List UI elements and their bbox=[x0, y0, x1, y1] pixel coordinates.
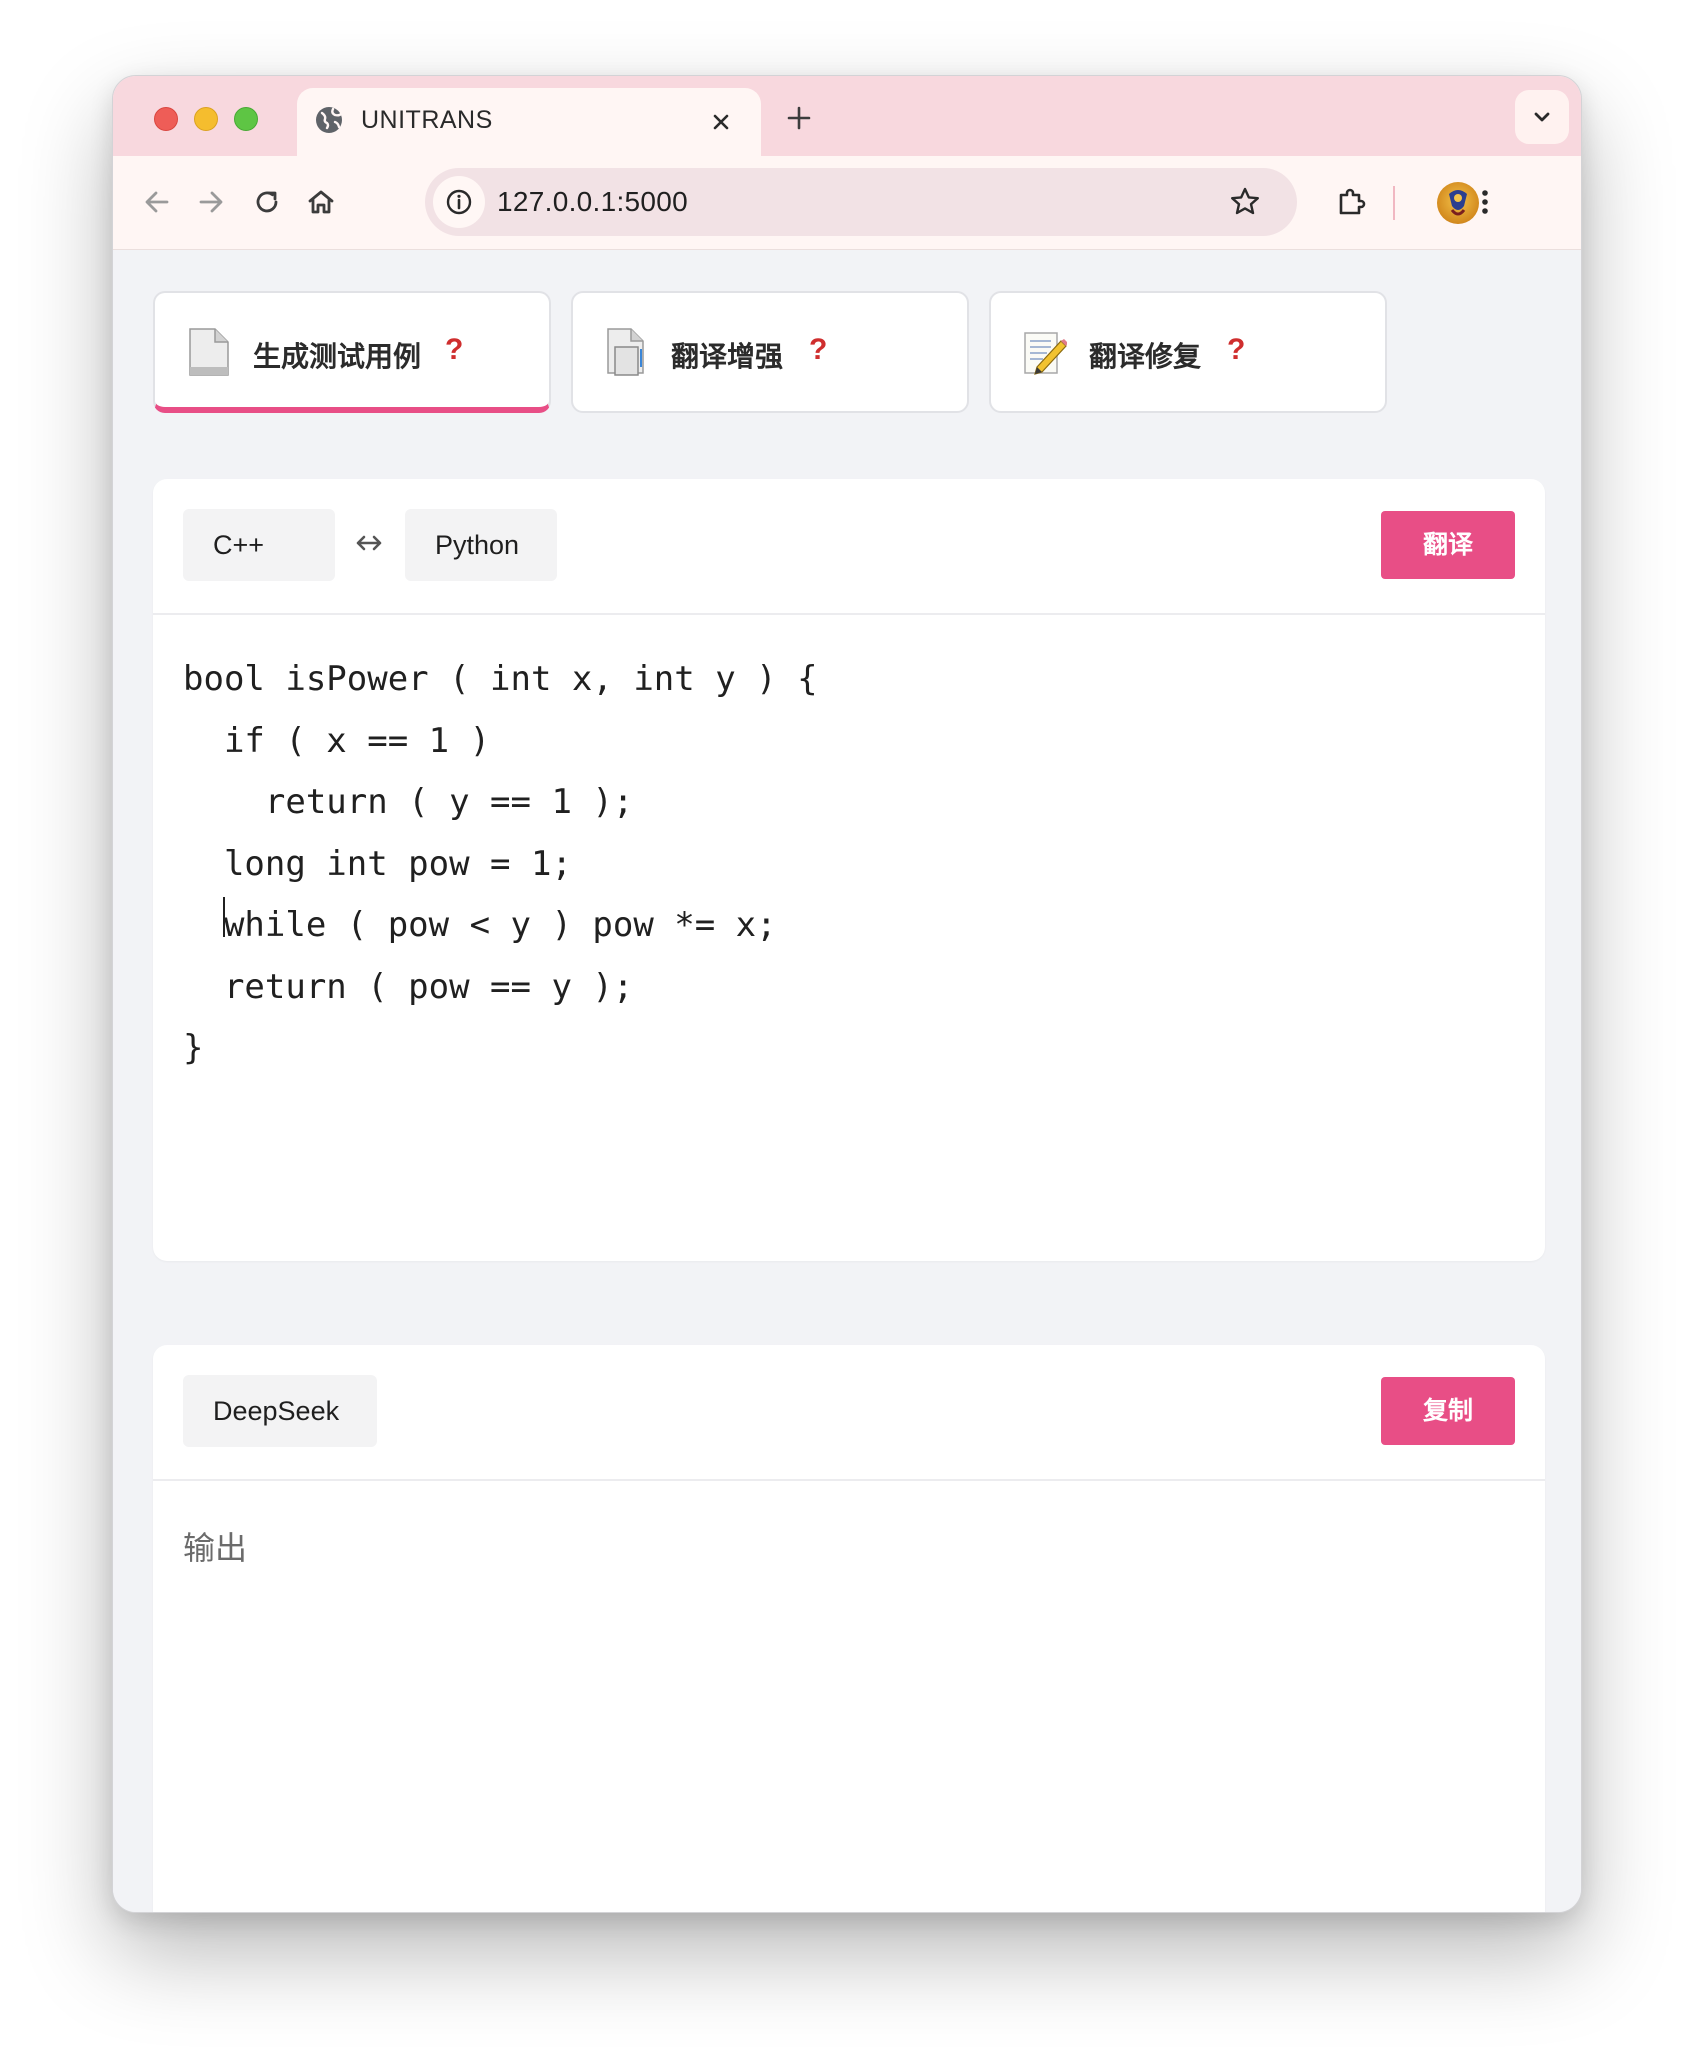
forward-icon[interactable] bbox=[193, 184, 229, 220]
code-line: while ( pow < y ) pow *= x; bbox=[183, 905, 777, 945]
browser-tab[interactable]: UNITRANS bbox=[297, 88, 761, 156]
text-caret bbox=[223, 897, 225, 937]
tab-search-button[interactable] bbox=[1515, 90, 1569, 144]
bookmark-star-icon[interactable] bbox=[1227, 184, 1263, 220]
output-panel: DeepSeek 复制 输出 bbox=[153, 1345, 1545, 1912]
chevron-down-icon bbox=[1534, 112, 1550, 122]
url-text: 127.0.0.1:5000 bbox=[497, 186, 689, 217]
code-line: return ( pow == y ); bbox=[183, 966, 634, 1007]
code-line: if ( x == 1 ) bbox=[183, 720, 491, 761]
minimize-window-button[interactable] bbox=[194, 107, 218, 131]
globe-icon bbox=[316, 107, 343, 133]
help-icon[interactable]: ? bbox=[809, 333, 827, 367]
toolbar-separator bbox=[1393, 186, 1395, 220]
help-icon[interactable]: ? bbox=[445, 333, 463, 367]
code-line: return ( y == 1 ); bbox=[183, 782, 634, 822]
feature-label: 翻译增强 bbox=[671, 340, 784, 373]
feature-card-translation-repair[interactable]: 翻译修复 ? bbox=[989, 291, 1387, 413]
code-line: long int pow = 1; bbox=[183, 843, 572, 884]
browser-window: UNITRANS 127.0.0.1:5000 生成测试用例 ? 翻译增强 ? … bbox=[112, 75, 1582, 1913]
target-language-select[interactable]: Python bbox=[405, 509, 557, 581]
reload-icon[interactable] bbox=[249, 184, 285, 220]
close-window-button[interactable] bbox=[154, 107, 178, 131]
tab-strip: UNITRANS bbox=[113, 76, 1581, 156]
feature-card-translation-enhance[interactable]: 翻译增强 ? bbox=[571, 291, 969, 413]
code-line: bool isPower ( int x, int y ) { bbox=[183, 659, 818, 699]
site-info-button[interactable] bbox=[433, 176, 485, 228]
memo-pencil-icon bbox=[1024, 332, 1067, 375]
code-line: } bbox=[183, 1028, 204, 1068]
document-icon bbox=[189, 328, 229, 376]
back-icon[interactable] bbox=[139, 184, 175, 220]
translate-button[interactable]: 翻译 bbox=[1381, 511, 1515, 579]
copy-button[interactable]: 复制 bbox=[1381, 1377, 1515, 1445]
feature-card-test-generation[interactable]: 生成测试用例 ? bbox=[153, 291, 551, 413]
swap-arrows-icon[interactable] bbox=[353, 527, 385, 559]
feature-label: 翻译修复 bbox=[1089, 340, 1202, 373]
tab-title: UNITRANS bbox=[361, 106, 493, 134]
translate-panel: C++ Python 翻译 bool isPower ( int x, int … bbox=[153, 479, 1545, 1261]
output-panel-header: DeepSeek 复制 bbox=[153, 1345, 1545, 1481]
source-language-select[interactable]: C++ bbox=[183, 509, 335, 581]
address-bar[interactable]: 127.0.0.1:5000 bbox=[425, 168, 1297, 236]
browser-toolbar: 127.0.0.1:5000 bbox=[113, 156, 1581, 250]
new-tab-icon[interactable] bbox=[783, 102, 815, 134]
home-icon[interactable] bbox=[303, 184, 339, 220]
document-stack-icon bbox=[607, 328, 644, 376]
translate-panel-header: C++ Python 翻译 bbox=[153, 479, 1545, 615]
close-tab-icon[interactable] bbox=[707, 108, 735, 136]
code-editor[interactable]: bool isPower ( int x, int y ) { if ( x =… bbox=[183, 649, 818, 1080]
maximize-window-button[interactable] bbox=[234, 107, 258, 131]
more-menu-icon[interactable] bbox=[1467, 184, 1503, 220]
output-text[interactable]: 输出 bbox=[183, 1523, 247, 1569]
info-icon bbox=[446, 189, 472, 215]
extensions-icon[interactable] bbox=[1333, 184, 1369, 220]
help-icon[interactable]: ? bbox=[1227, 333, 1245, 367]
model-select[interactable]: DeepSeek bbox=[183, 1375, 377, 1447]
feature-label: 生成测试用例 bbox=[253, 340, 422, 373]
page-content: 生成测试用例 ? 翻译增强 ? 翻译修复 ? C++ Python 翻译 boo… bbox=[113, 251, 1581, 1912]
